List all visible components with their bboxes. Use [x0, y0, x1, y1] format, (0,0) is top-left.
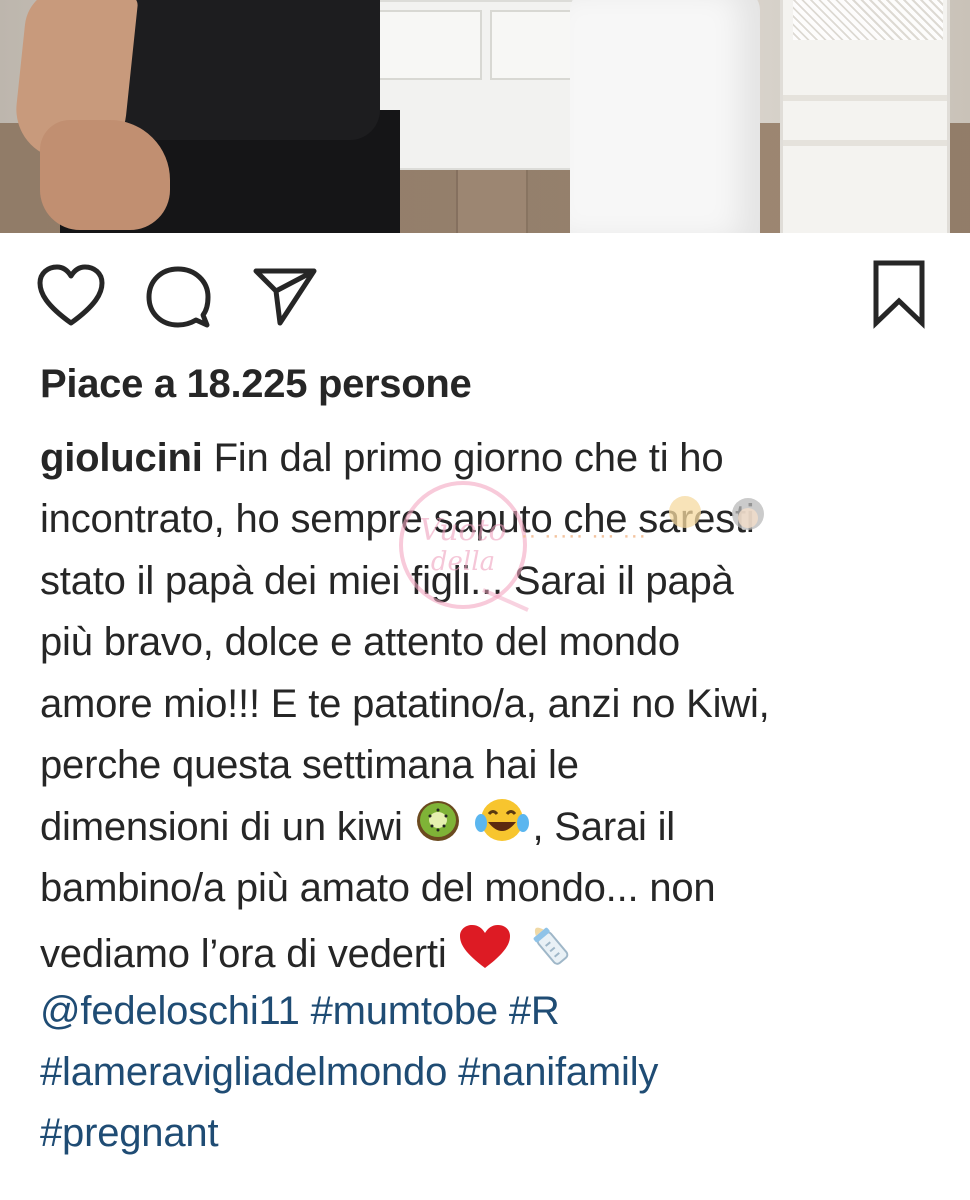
caption-line: stato il papà dei miei figli... Sarai il… [40, 558, 734, 603]
caption-line: incontrato, ho sempre saputo che saresti [40, 497, 755, 542]
caption-line: perche questa settimana hai le [40, 742, 579, 787]
speech-bubble-icon [146, 266, 211, 328]
caption-line: dimensioni di un kiwi , Sarai il [40, 796, 940, 857]
caption-tags-line: #lameravigliadelmondo #nanifamily [40, 1042, 940, 1103]
baby-bottle-emoji [524, 919, 576, 989]
caption-line: bambino/a più amato del mondo... non [40, 865, 716, 910]
post-action-bar [0, 255, 970, 345]
post-photo[interactable] [0, 0, 970, 233]
caption-line: giolucini Fin dal primo giorno che ti ho [40, 428, 940, 489]
comment-button[interactable] [145, 265, 211, 329]
photo-person-right [570, 0, 760, 233]
paper-plane-icon [253, 268, 317, 326]
kiwi-emoji [414, 796, 462, 862]
caption-text: , Sarai il [532, 805, 675, 850]
caption-username[interactable]: giolucini [40, 436, 203, 480]
photo-person-hand [40, 120, 170, 230]
post-caption: giolucini Fin dal primo giorno che ti ho… [40, 428, 940, 1165]
heart-outline-icon [37, 264, 105, 326]
caption-tags-line: @fedeloschi11 #mumtobe #R [40, 981, 940, 1042]
red-heart-emoji [457, 923, 513, 989]
mention-link[interactable]: @fedeloschi11 [40, 989, 300, 1033]
share-button[interactable] [252, 265, 318, 327]
bookmark-icon [873, 260, 925, 329]
hashtag-link[interactable]: #mumtobe [311, 989, 499, 1033]
caption-line: vediamo l’ora di vederti [40, 919, 940, 980]
photo-shelf [780, 0, 950, 233]
caption-text: vediamo l’ora di vederti [40, 932, 447, 977]
laughing-tears-emoji [472, 796, 532, 862]
caption-tags-line: #pregnant [40, 1103, 940, 1164]
hashtag-link[interactable]: #pregnant [40, 1111, 219, 1155]
likes-count[interactable]: Piace a 18.225 persone [40, 362, 472, 407]
caption-text: Fin dal primo giorno che ti ho [213, 436, 724, 480]
hashtag-link[interactable]: #nanifamily [458, 1050, 658, 1094]
hashtag-link[interactable]: #lameravigliadelmondo [40, 1050, 447, 1094]
caption-line: amore mio!!! E te patatino/a, anzi no Ki… [40, 681, 770, 726]
caption-text: dimensioni di un kiwi [40, 805, 403, 850]
hashtag-link[interactable]: #R [509, 989, 560, 1033]
save-button[interactable] [872, 259, 926, 329]
caption-line: più bravo, dolce e attento del mondo [40, 620, 680, 665]
like-button[interactable] [36, 263, 106, 329]
